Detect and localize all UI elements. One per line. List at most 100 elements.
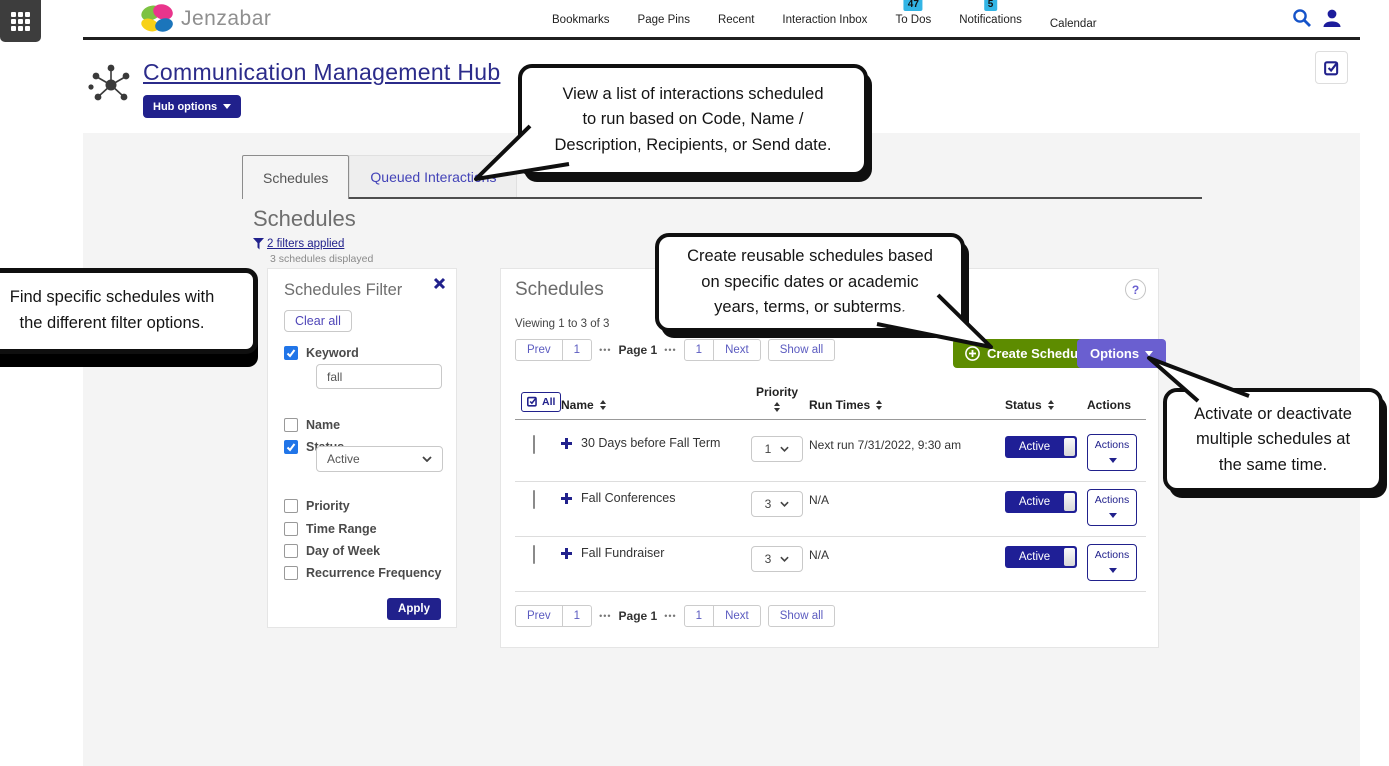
check-square-icon bbox=[527, 396, 538, 407]
status-toggle[interactable]: Active bbox=[1005, 546, 1077, 568]
table-header: All Name Priority Run Times Status Actio… bbox=[515, 385, 1146, 420]
sort-icon bbox=[774, 402, 780, 412]
chevron-down-icon bbox=[1109, 568, 1117, 573]
expand-plus-icon[interactable] bbox=[561, 548, 572, 559]
page: Jenzabar Bookmarks Page Pins Recent Inte… bbox=[0, 0, 1389, 766]
schedules-displayed-note: 3 schedules displayed bbox=[270, 253, 373, 265]
nav-interaction-inbox[interactable]: Interaction Inbox bbox=[768, 14, 881, 26]
chevron-down-icon bbox=[422, 456, 432, 462]
todos-count-badge: 47 bbox=[904, 0, 923, 11]
chevron-down-icon bbox=[780, 446, 789, 452]
chevron-down-icon bbox=[1145, 351, 1153, 356]
priority-select[interactable]: 3 bbox=[751, 491, 803, 517]
pagination-dots: ••• bbox=[664, 611, 676, 621]
keyword-checkbox[interactable] bbox=[284, 346, 298, 360]
table-body: 30 Days before Fall Term 1 Next run 7/31… bbox=[515, 427, 1146, 592]
chevron-down-icon bbox=[780, 501, 789, 507]
filter-row-day-of-week: Day of Week bbox=[284, 544, 380, 558]
page-title[interactable]: Communication Management Hub bbox=[143, 59, 500, 86]
brand-name: Jenzabar bbox=[181, 7, 271, 31]
expand-plus-icon[interactable] bbox=[561, 438, 572, 449]
callout-filter-options: Find specific schedules with the differe… bbox=[0, 268, 258, 354]
row-actions-button[interactable]: Actions bbox=[1087, 489, 1137, 526]
priority-checkbox[interactable] bbox=[284, 499, 298, 513]
column-header-status[interactable]: Status bbox=[1005, 398, 1087, 412]
page-1-button[interactable]: 1 bbox=[684, 339, 714, 361]
prev-button[interactable]: Prev bbox=[515, 605, 563, 627]
nav-notifications[interactable]: 5Notifications bbox=[945, 14, 1036, 26]
nav-recent[interactable]: Recent bbox=[704, 14, 768, 26]
table-row: 30 Days before Fall Term 1 Next run 7/31… bbox=[515, 427, 1146, 482]
apply-button[interactable]: Apply bbox=[387, 598, 441, 620]
table-row: Fall Fundraiser 3 N/A Active Actions bbox=[515, 537, 1146, 592]
options-button[interactable]: Options bbox=[1077, 339, 1166, 368]
row-checkbox[interactable] bbox=[533, 435, 535, 454]
tab-queued-interactions[interactable]: Queued Interactions bbox=[349, 155, 517, 197]
column-header-name[interactable]: Name bbox=[561, 398, 745, 412]
prev-button[interactable]: Prev bbox=[515, 339, 563, 361]
row-checkbox[interactable] bbox=[533, 490, 535, 509]
status-toggle[interactable]: Active bbox=[1005, 491, 1077, 513]
page-1-button[interactable]: 1 bbox=[562, 339, 592, 361]
sort-icon bbox=[600, 400, 606, 410]
nav-links: Bookmarks Page Pins Recent Interaction I… bbox=[538, 0, 1111, 40]
chevron-down-icon bbox=[780, 556, 789, 562]
hub-options-button[interactable]: Hub options bbox=[143, 95, 241, 118]
clear-all-button[interactable]: Clear all bbox=[284, 310, 352, 332]
brand[interactable]: Jenzabar bbox=[139, 3, 271, 35]
callout-queued-interactions: View a list of interactions scheduled to… bbox=[518, 64, 868, 176]
filter-row-recurrence-frequency: Recurrence Frequency bbox=[284, 566, 441, 580]
recurrence-frequency-checkbox[interactable] bbox=[284, 566, 298, 580]
card-title: Schedules bbox=[515, 279, 604, 301]
viewing-count: Viewing 1 to 3 of 3 bbox=[515, 318, 609, 330]
day-of-week-checkbox[interactable] bbox=[284, 544, 298, 558]
priority-select[interactable]: 3 bbox=[751, 546, 803, 572]
priority-select[interactable]: 1 bbox=[751, 436, 803, 462]
nav-calendar[interactable]: Calendar bbox=[1036, 18, 1111, 30]
row-actions-button[interactable]: Actions bbox=[1087, 434, 1137, 471]
column-header-run-times[interactable]: Run Times bbox=[809, 398, 1005, 412]
page-1-button[interactable]: 1 bbox=[562, 605, 592, 627]
filter-row-keyword: Keyword bbox=[284, 346, 359, 360]
callout-multi-activate: Activate or deactivate multiple schedule… bbox=[1163, 388, 1383, 492]
filters-applied-link[interactable]: 2 filters applied bbox=[267, 238, 344, 250]
grid-icon bbox=[11, 12, 30, 31]
nav-bookmarks[interactable]: Bookmarks bbox=[538, 14, 624, 26]
status-select[interactable]: Active bbox=[316, 446, 443, 472]
app-menu-button[interactable] bbox=[0, 0, 41, 42]
next-button[interactable]: Next bbox=[713, 339, 761, 361]
page-1-button[interactable]: 1 bbox=[684, 605, 714, 627]
nav-page-pins[interactable]: Page Pins bbox=[624, 14, 704, 26]
table-row: Fall Conferences 3 N/A Active Actions bbox=[515, 482, 1146, 537]
filter-row-name: Name bbox=[284, 418, 340, 432]
pagination-top: Prev 1 ••• Page 1 ••• 1 Next Show all bbox=[515, 339, 835, 361]
show-all-button[interactable]: Show all bbox=[768, 339, 835, 361]
help-button[interactable]: ? bbox=[1125, 279, 1146, 300]
chevron-down-icon bbox=[1109, 458, 1117, 463]
search-icon[interactable] bbox=[1292, 8, 1312, 28]
select-all-button[interactable]: All bbox=[521, 392, 561, 412]
row-actions-button[interactable]: Actions bbox=[1087, 544, 1137, 581]
tab-schedules[interactable]: Schedules bbox=[242, 155, 349, 199]
time-range-checkbox[interactable] bbox=[284, 522, 298, 536]
next-button[interactable]: Next bbox=[713, 605, 761, 627]
show-all-button[interactable]: Show all bbox=[768, 605, 835, 627]
check-square-icon bbox=[1324, 60, 1340, 76]
user-icon[interactable] bbox=[1322, 8, 1342, 28]
schedules-filter-panel: Schedules Filter Clear all Keyword Name … bbox=[267, 268, 457, 628]
close-icon[interactable] bbox=[433, 277, 446, 290]
keyword-input[interactable] bbox=[316, 364, 442, 389]
status-toggle[interactable]: Active bbox=[1005, 436, 1077, 458]
run-times-cell: Next run 7/31/2022, 9:30 am bbox=[809, 436, 1005, 452]
section-heading: Schedules bbox=[253, 206, 356, 232]
filter-row-priority: Priority bbox=[284, 499, 350, 513]
notifications-count-badge: 5 bbox=[984, 0, 998, 11]
status-checkbox[interactable] bbox=[284, 440, 298, 454]
column-header-priority[interactable]: Priority bbox=[756, 385, 798, 412]
pagination-dots: ••• bbox=[599, 345, 611, 355]
row-checkbox[interactable] bbox=[533, 545, 535, 564]
nav-to-dos[interactable]: 47To Dos bbox=[881, 14, 945, 26]
expand-plus-icon[interactable] bbox=[561, 493, 572, 504]
name-checkbox[interactable] bbox=[284, 418, 298, 432]
tasks-button[interactable] bbox=[1315, 51, 1348, 84]
